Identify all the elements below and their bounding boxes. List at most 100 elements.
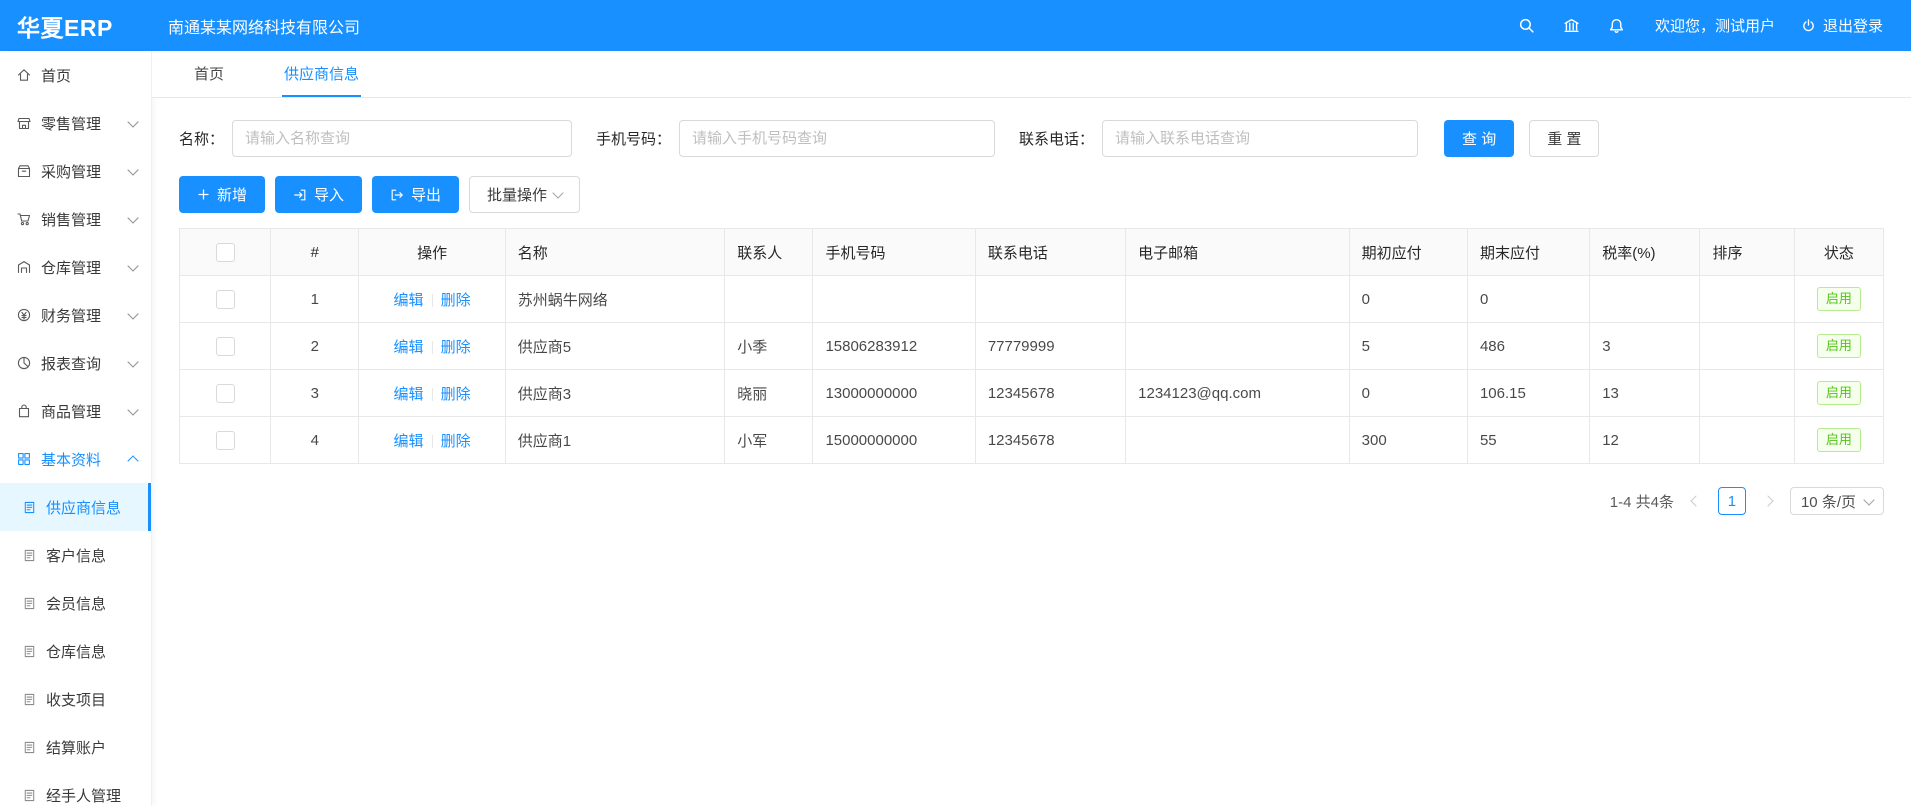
cell-sort: [1700, 323, 1794, 370]
edit-link[interactable]: 编辑: [394, 386, 424, 403]
checkbox-cell: [180, 323, 271, 370]
delete-link[interactable]: 删除: [441, 292, 471, 309]
cell-opening: 0: [1349, 276, 1467, 323]
cell-mobile: 13000000000: [813, 370, 975, 417]
import-button[interactable]: 导入: [275, 176, 362, 213]
bank-icon[interactable]: [1563, 17, 1580, 34]
sidebar-item-1[interactable]: 零售管理: [0, 99, 151, 147]
sidebar-subitem-3[interactable]: 仓库信息: [0, 627, 151, 675]
delete-link[interactable]: 删除: [441, 386, 471, 403]
cell-status: 启用: [1794, 370, 1883, 417]
current-page-button[interactable]: 1: [1718, 487, 1746, 515]
goods-icon: [16, 403, 32, 419]
column-header-4: 手机号码: [813, 229, 975, 276]
column-header-11: 状态: [1794, 229, 1883, 276]
cell-contact: 小季: [725, 323, 813, 370]
pagination: 1-4 共4条 1 10 条/页: [179, 487, 1884, 515]
sales-icon: [16, 211, 32, 227]
tab-0[interactable]: 首页: [192, 51, 226, 97]
cell-sort: [1700, 417, 1794, 464]
edit-link[interactable]: 编辑: [394, 339, 424, 356]
welcome-text: 欢迎您，测试用户: [1655, 15, 1775, 36]
report-icon: [16, 355, 32, 371]
add-button[interactable]: 新增: [179, 176, 265, 213]
batch-operations-button[interactable]: 批量操作: [469, 176, 580, 213]
sidebar-item-label: 仓库管理: [41, 257, 129, 278]
status-badge: 启用: [1817, 287, 1861, 311]
sidebar-subitem-4[interactable]: 收支项目: [0, 675, 151, 723]
row-checkbox[interactable]: [216, 290, 235, 309]
sidebar-subitem-2[interactable]: 会员信息: [0, 579, 151, 627]
sidebar-subitem-0[interactable]: 供应商信息: [0, 483, 151, 531]
column-header-2: 名称: [505, 229, 725, 276]
cell-email: [1126, 417, 1350, 464]
cell-status: 启用: [1794, 276, 1883, 323]
doc-icon: [22, 740, 37, 755]
sidebar-subitem-label: 经手人管理: [46, 785, 137, 806]
cell-actions: 编辑删除: [359, 417, 505, 464]
select-all-checkbox[interactable]: [216, 243, 235, 262]
edit-link[interactable]: 编辑: [394, 292, 424, 309]
plus-icon: [197, 188, 210, 201]
sidebar-item-5[interactable]: 财务管理: [0, 291, 151, 339]
cell-status: 启用: [1794, 417, 1883, 464]
sidebar-item-2[interactable]: 采购管理: [0, 147, 151, 195]
mobile-search-input[interactable]: [679, 120, 995, 157]
tab-bar: 首页 供应商信息: [152, 51, 1911, 98]
prev-page-button[interactable]: [1683, 487, 1709, 515]
filter-label-telephone: 联系电话：: [1019, 128, 1094, 149]
chevron-down-icon: [1863, 494, 1874, 505]
row-checkbox[interactable]: [216, 431, 235, 450]
delete-link[interactable]: 删除: [441, 433, 471, 450]
sidebar-item-label: 销售管理: [41, 209, 129, 230]
cell-index: 2: [271, 323, 359, 370]
telephone-search-input[interactable]: [1102, 120, 1418, 157]
sidebar-item-8[interactable]: 基本资料: [0, 435, 151, 483]
export-icon: [390, 188, 404, 202]
sidebar-item-7[interactable]: 商品管理: [0, 387, 151, 435]
main-area: 首页供应商信息 名称： 手机号码： 联系电话： 查 询 重 置 新增: [152, 51, 1911, 806]
sidebar-item-label: 采购管理: [41, 161, 129, 182]
cell-status: 启用: [1794, 323, 1883, 370]
bell-icon[interactable]: [1608, 17, 1625, 34]
doc-icon: [22, 596, 37, 611]
sidebar-item-label: 财务管理: [41, 305, 129, 326]
page-size-value: 10 条/页: [1801, 491, 1856, 512]
pagination-total: 1-4 共4条: [1610, 491, 1674, 512]
doc-icon: [22, 500, 37, 515]
search-button[interactable]: 查 询: [1444, 120, 1514, 157]
cell-contact: 小军: [725, 417, 813, 464]
sidebar-subitem-1[interactable]: 客户信息: [0, 531, 151, 579]
page-size-select[interactable]: 10 条/页: [1790, 487, 1884, 515]
sidebar-item-0[interactable]: 首页: [0, 51, 151, 99]
sidebar-subitem-5[interactable]: 结算账户: [0, 723, 151, 771]
import-icon: [293, 188, 307, 202]
row-checkbox[interactable]: [216, 337, 235, 356]
sidebar-item-3[interactable]: 销售管理: [0, 195, 151, 243]
next-page-button[interactable]: [1755, 487, 1781, 515]
sidebar-subitem-label: 客户信息: [46, 545, 137, 566]
cell-closing: 0: [1467, 276, 1589, 323]
chevron-down-icon: [127, 260, 138, 271]
export-button[interactable]: 导出: [372, 176, 459, 213]
company-name: 南通某某网络科技有限公司: [168, 14, 360, 38]
chevron-right-icon: [1762, 495, 1773, 506]
name-search-input[interactable]: [232, 120, 572, 157]
sidebar-item-6[interactable]: 报表查询: [0, 339, 151, 387]
search-icon[interactable]: [1518, 17, 1535, 34]
edit-link[interactable]: 编辑: [394, 433, 424, 450]
sidebar-subitem-6[interactable]: 经手人管理: [0, 771, 151, 806]
cell-index: 3: [271, 370, 359, 417]
supplier-table: #操作名称联系人手机号码联系电话电子邮箱期初应付期末应付税率(%)排序状态1编辑…: [179, 228, 1884, 464]
reset-button[interactable]: 重 置: [1529, 120, 1599, 157]
logout-button[interactable]: 退出登录: [1801, 15, 1883, 36]
header-right: 欢迎您，测试用户 退出登录: [1490, 15, 1911, 36]
cell-actions: 编辑删除: [359, 370, 505, 417]
cell-opening: 5: [1349, 323, 1467, 370]
doc-icon: [22, 692, 37, 707]
row-checkbox[interactable]: [216, 384, 235, 403]
delete-link[interactable]: 删除: [441, 339, 471, 356]
sidebar-item-4[interactable]: 仓库管理: [0, 243, 151, 291]
tab-1[interactable]: 供应商信息: [282, 51, 361, 97]
column-header-8: 期末应付: [1467, 229, 1589, 276]
